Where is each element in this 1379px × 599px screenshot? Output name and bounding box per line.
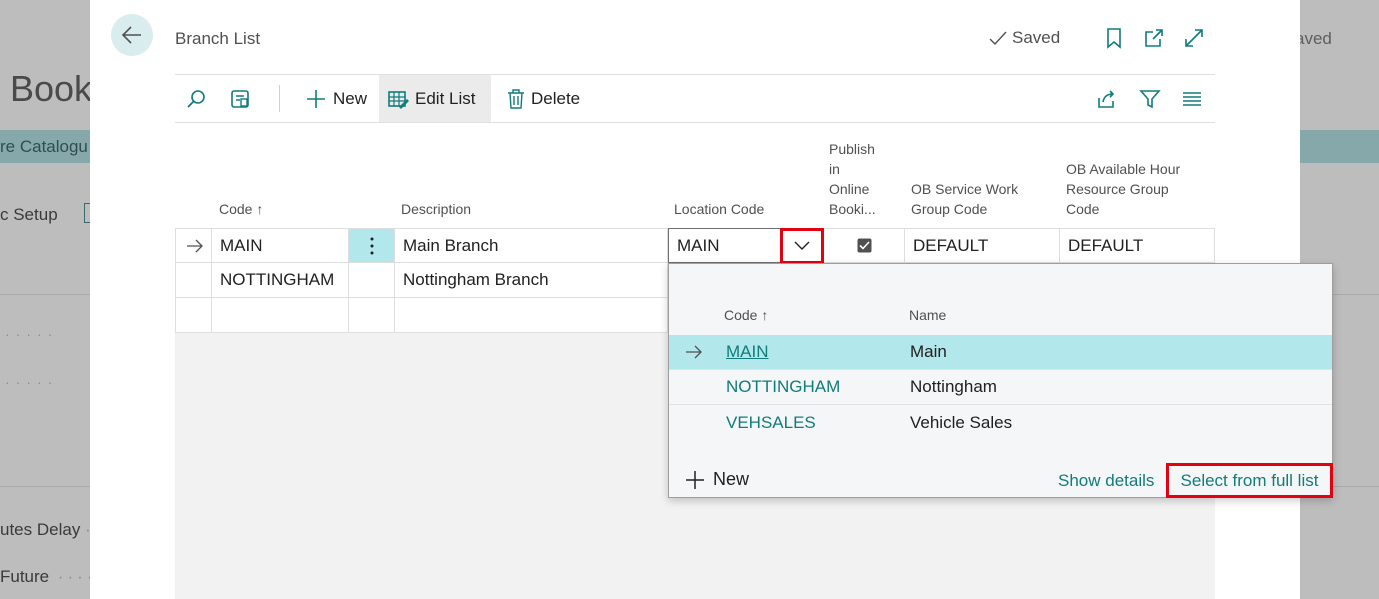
lookup-name: Vehicle Sales: [910, 412, 1013, 432]
chevron-down-icon: [794, 241, 810, 250]
column-header-description[interactable]: Description: [401, 199, 471, 219]
expand-button[interactable]: [1182, 26, 1206, 50]
share-icon: [1098, 89, 1115, 108]
background-delay-text: utes Delay ·: [0, 520, 91, 539]
open-in-new-icon: [1145, 29, 1163, 47]
arrow-right-icon: [187, 239, 203, 252]
background-page-title: Book: [10, 68, 93, 109]
select-from-full-list-link[interactable]: Select from full list: [1166, 463, 1333, 498]
lookup-name: Main: [910, 342, 947, 361]
code-cell[interactable]: [212, 298, 349, 333]
lookup-new-button[interactable]: New: [685, 469, 749, 490]
share-button[interactable]: [1087, 75, 1125, 122]
row-indicator: [175, 263, 212, 298]
trash-icon: [508, 88, 524, 109]
lookup-code-link[interactable]: MAIN: [726, 342, 769, 362]
lookup-new-label: New: [713, 469, 750, 489]
checkmark-icon: [989, 31, 1007, 46]
delete-button-label: Delete: [531, 88, 581, 108]
lookup-header-code[interactable]: Code ↑: [724, 307, 768, 323]
lookup-row[interactable]: VEHSALES Vehicle Sales: [669, 405, 1332, 440]
arrow-right-icon: [686, 345, 702, 359]
row-indicator: [175, 298, 212, 333]
back-button[interactable]: [111, 14, 153, 56]
background-dots: ·····: [5, 374, 59, 390]
row-actions-button[interactable]: [349, 228, 395, 263]
edit-list-label: Edit List: [415, 88, 476, 108]
list-view-icon: [231, 89, 249, 108]
background-saved-text: aved: [1295, 29, 1332, 48]
list-icon: [1183, 91, 1201, 106]
delete-button[interactable]: Delete: [499, 75, 588, 122]
code-cell[interactable]: NOTTINGHAM: [212, 263, 349, 298]
edit-list-button[interactable]: Edit List: [379, 75, 491, 122]
lookup-row[interactable]: NOTTINGHAM Nottingham: [669, 370, 1332, 405]
edit-list-icon: [388, 90, 409, 109]
saved-status: Saved: [988, 28, 1060, 48]
background-future-text: Future ····: [0, 567, 97, 586]
row-indicator: [175, 228, 212, 263]
column-header-publish-online[interactable]: Publish in Online Booki...: [829, 139, 876, 219]
location-code-dropdown-button[interactable]: [780, 228, 824, 264]
action-bar: New Edit List Delete: [175, 74, 1215, 123]
location-lookup-dropdown: Code ↑ Name MAIN Main NOTTINGHAM Notting…: [668, 263, 1333, 498]
checkbox-checked-icon: [857, 238, 871, 253]
page-title: Branch List: [175, 29, 261, 48]
bookmark-icon: [1107, 28, 1121, 49]
column-header-ob-service[interactable]: OB Service Work Group Code: [911, 179, 1018, 219]
search-button[interactable]: [177, 75, 215, 122]
lookup-code-link[interactable]: NOTTINGHAM: [726, 377, 840, 397]
column-header-code[interactable]: Code ↑: [219, 199, 263, 219]
ob-available-cell[interactable]: DEFAULT: [1060, 228, 1215, 263]
description-cell[interactable]: Nottingham Branch: [395, 263, 668, 298]
row-actions-cell[interactable]: [349, 298, 395, 333]
code-cell[interactable]: MAIN: [212, 228, 349, 263]
description-cell[interactable]: [395, 298, 668, 333]
search-icon: [187, 89, 205, 108]
branch-list-dialog: Branch List Saved New Edit List Delete C…: [90, 0, 1333, 599]
background-dots: ·····: [5, 326, 59, 342]
column-header-ob-available[interactable]: OB Available Hour Resource Group Code: [1066, 159, 1180, 219]
expand-icon: [1185, 29, 1203, 47]
lookup-row[interactable]: MAIN Main: [669, 335, 1332, 370]
list-options-button[interactable]: [1173, 75, 1211, 122]
new-button[interactable]: New: [297, 75, 375, 122]
plus-icon: [307, 89, 325, 108]
background-band-text: re Catalogu: [0, 137, 88, 156]
filter-button[interactable]: [1131, 75, 1169, 122]
arrow-left-icon: [121, 26, 141, 44]
publish-online-checkbox[interactable]: [824, 228, 905, 263]
bookmark-button[interactable]: [1102, 26, 1126, 50]
ob-service-cell[interactable]: DEFAULT: [905, 228, 1060, 263]
filter-icon: [1139, 89, 1161, 108]
column-header-location-code[interactable]: Location Code: [674, 199, 764, 219]
more-vertical-icon: [370, 237, 373, 254]
description-cell[interactable]: Main Branch: [395, 228, 668, 263]
lookup-code-link[interactable]: VEHSALES: [726, 413, 816, 433]
lookup-name: Nottingham: [910, 377, 997, 396]
saved-label: Saved: [1012, 28, 1061, 47]
plus-icon: [686, 470, 704, 489]
action-bar-separator: [279, 85, 280, 112]
show-details-link[interactable]: Show details: [1058, 471, 1154, 491]
lookup-header-name[interactable]: Name: [909, 307, 946, 323]
row-actions-cell[interactable]: [349, 263, 395, 298]
filter-pane-button[interactable]: [221, 75, 259, 122]
background-setup-text: c Setup: [0, 205, 58, 224]
open-new-window-button[interactable]: [1142, 26, 1166, 50]
new-button-label: New: [333, 88, 368, 108]
